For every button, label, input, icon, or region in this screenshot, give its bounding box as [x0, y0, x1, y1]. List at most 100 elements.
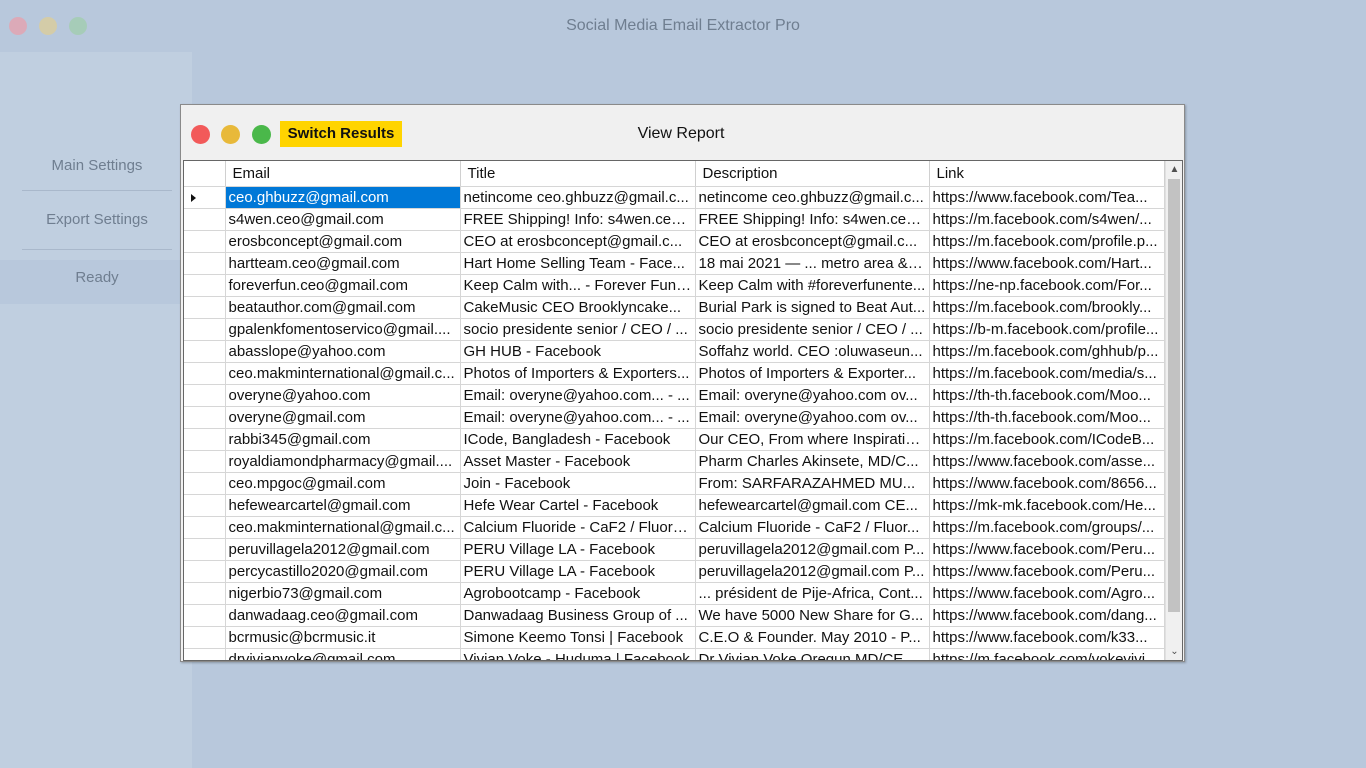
cell-title[interactable]: PERU Village LA - Facebook [460, 538, 696, 561]
cell-description[interactable]: CEO at erosbconcept@gmail.c... [695, 230, 930, 253]
table-row[interactable]: rabbi345@gmail.com ICode, Bangladesh - Fa… [184, 428, 1165, 451]
cell-title[interactable]: Danwadaag Business Group of ... [460, 604, 696, 627]
cell-title[interactable]: GH HUB - Facebook [460, 340, 696, 363]
cell-description[interactable]: Soffahz world. CEO :oluwaseun... [695, 340, 930, 363]
table-row[interactable]: foreverfun.ceo@gmail.com Keep Calm with..… [184, 274, 1165, 297]
cell-title[interactable]: socio presidente senior / CEO / ... [460, 318, 696, 341]
cell-link[interactable]: https://th-th.facebook.com/Moo... [929, 384, 1165, 407]
cell-title[interactable]: FREE Shipping! Info: s4wen.ceo... [460, 208, 696, 231]
cell-link[interactable]: https://b-m.facebook.com/profile... [929, 318, 1165, 341]
cell-link[interactable]: https://m.facebook.com/profile.p... [929, 230, 1165, 253]
cell-description[interactable]: Email: overyne@yahoo.com ov... [695, 406, 930, 429]
cell-description[interactable]: Email: overyne@yahoo.com ov... [695, 384, 930, 407]
cell-link[interactable]: https://www.facebook.com/asse... [929, 450, 1165, 473]
table-row[interactable]: beatauthor.com@gmail.com CakeMusic CEO Br… [184, 296, 1165, 319]
cell-description[interactable]: Our CEO, From where Inspiratio... [695, 428, 930, 451]
cell-email[interactable]: percycastillo2020@gmail.com [225, 560, 461, 583]
table-row[interactable]: erosbconcept@gmail.com CEO at erosbconcep… [184, 230, 1165, 253]
row-header[interactable] [184, 318, 226, 341]
row-header[interactable] [184, 406, 226, 429]
cell-title[interactable]: Hart Home Selling Team - Face... [460, 252, 696, 275]
table-row[interactable]: s4wen.ceo@gmail.com FREE Shipping! Info: … [184, 208, 1165, 231]
results-grid[interactable]: Email Title Description Link ceo.ghbuzz@… [183, 160, 1183, 661]
sidebar-item-main-settings[interactable]: Main Settings [22, 157, 172, 174]
cell-link[interactable]: https://m.facebook.com/ICodeB... [929, 428, 1165, 451]
cell-description[interactable]: Dr Vivian Voke Oregun MD/CE... [695, 648, 930, 660]
cell-description[interactable]: hefewearcartel@gmail.com CE... [695, 494, 930, 517]
switch-results-button[interactable]: Switch Results [280, 121, 402, 147]
cell-email[interactable]: erosbconcept@gmail.com [225, 230, 461, 253]
row-header[interactable] [184, 362, 226, 385]
cell-link[interactable]: https://m.facebook.com/brookly... [929, 296, 1165, 319]
cell-description[interactable]: Photos of Importers & Exporter... [695, 362, 930, 385]
scroll-up-icon[interactable]: ▲ [1166, 161, 1182, 178]
row-header[interactable] [184, 626, 226, 649]
cell-link[interactable]: https://www.facebook.com/Hart... [929, 252, 1165, 275]
table-row[interactable]: percycastillo2020@gmail.com PERU Village … [184, 560, 1165, 583]
table-row[interactable]: overyne@yahoo.com Email: overyne@yahoo.co… [184, 384, 1165, 407]
row-header[interactable] [184, 384, 226, 407]
cell-email[interactable]: hartteam.ceo@gmail.com [225, 252, 461, 275]
column-header-link[interactable]: Link [929, 161, 1165, 187]
row-header[interactable] [184, 230, 226, 253]
cell-link[interactable]: https://ne-np.facebook.com/For... [929, 274, 1165, 297]
cell-title[interactable]: Hefe Wear Cartel - Facebook [460, 494, 696, 517]
cell-title[interactable]: Email: overyne@yahoo.com... - ... [460, 384, 696, 407]
cell-description[interactable]: Burial Park is signed to Beat Aut... [695, 296, 930, 319]
cell-title[interactable]: Email: overyne@yahoo.com... - ... [460, 406, 696, 429]
cell-email[interactable]: peruvillagela2012@gmail.com [225, 538, 461, 561]
cell-title[interactable]: Vivian Voke - Huduma | Facebook [460, 648, 696, 660]
cell-email[interactable]: danwadaag.ceo@gmail.com [225, 604, 461, 627]
cell-link[interactable]: https://m.facebook.com/s4wen/... [929, 208, 1165, 231]
table-row[interactable]: peruvillagela2012@gmail.com PERU Village … [184, 538, 1165, 561]
row-header[interactable] [184, 186, 226, 209]
cell-email[interactable]: rabbi345@gmail.com [225, 428, 461, 451]
cell-link[interactable]: https://th-th.facebook.com/Moo... [929, 406, 1165, 429]
cell-link[interactable]: https://mk-mk.facebook.com/He... [929, 494, 1165, 517]
cell-title[interactable]: netincome ceo.ghbuzz@gmail.c... [460, 186, 696, 209]
cell-description[interactable]: 18 mai 2021 — ... metro area & r... [695, 252, 930, 275]
cell-description[interactable]: netincome ceo.ghbuzz@gmail.c... [695, 186, 930, 209]
row-header[interactable] [184, 340, 226, 363]
cell-link[interactable]: https://m.facebook.com/media/s... [929, 362, 1165, 385]
cell-email[interactable]: abasslope@yahoo.com [225, 340, 461, 363]
row-header[interactable] [184, 428, 226, 451]
cell-link[interactable]: https://m.facebook.com/vokevivi... [929, 648, 1165, 660]
row-header[interactable] [184, 252, 226, 275]
report-close-button[interactable] [191, 125, 210, 144]
cell-description[interactable]: Calcium Fluoride - CaF2 / Fluor... [695, 516, 930, 539]
row-header[interactable] [184, 472, 226, 495]
cell-description[interactable]: C.E.O & Founder. May 2010 - P... [695, 626, 930, 649]
row-header[interactable] [184, 604, 226, 627]
row-header[interactable] [184, 538, 226, 561]
cell-email[interactable]: hefewearcartel@gmail.com [225, 494, 461, 517]
column-header-title[interactable]: Title [460, 161, 696, 187]
column-header-email[interactable]: Email [225, 161, 461, 187]
table-row[interactable]: ceo.makminternational@gmail.c... Photos o… [184, 362, 1165, 385]
cell-email[interactable]: ceo.mpgoc@gmail.com [225, 472, 461, 495]
cell-link[interactable]: https://www.facebook.com/Peru... [929, 538, 1165, 561]
cell-email[interactable]: ceo.ghbuzz@gmail.com [225, 186, 461, 209]
cell-description[interactable]: socio presidente senior / CEO / ... [695, 318, 930, 341]
table-row[interactable]: overyne@gmail.com Email: overyne@yahoo.co… [184, 406, 1165, 429]
cell-title[interactable]: Simone Keemo Tonsi | Facebook [460, 626, 696, 649]
cell-description[interactable]: FREE Shipping! Info: s4wen.ceo... [695, 208, 930, 231]
cell-email[interactable]: s4wen.ceo@gmail.com [225, 208, 461, 231]
table-row[interactable]: royaldiamondpharmacy@gmail.... Asset Mast… [184, 450, 1165, 473]
cell-link[interactable]: https://www.facebook.com/Agro... [929, 582, 1165, 605]
cell-email[interactable]: ceo.makminternational@gmail.c... [225, 362, 461, 385]
cell-link[interactable]: https://www.facebook.com/dang... [929, 604, 1165, 627]
cell-title[interactable]: Calcium Fluoride - CaF2 / Fluors... [460, 516, 696, 539]
cell-description[interactable]: From: SARFARAZAHMED MU... [695, 472, 930, 495]
cell-title[interactable]: PERU Village LA - Facebook [460, 560, 696, 583]
table-row[interactable]: danwadaag.ceo@gmail.com Danwadaag Busines… [184, 604, 1165, 627]
cell-email[interactable]: bcrmusic@bcrmusic.it [225, 626, 461, 649]
cell-email[interactable]: beatauthor.com@gmail.com [225, 296, 461, 319]
cell-title[interactable]: ICode, Bangladesh - Facebook [460, 428, 696, 451]
cell-email[interactable]: gpalenkfomentoservico@gmail.... [225, 318, 461, 341]
vertical-scrollbar[interactable]: ▲ ⌄ [1165, 161, 1182, 660]
cell-description[interactable]: Pharm Charles Akinsete, MD/C... [695, 450, 930, 473]
table-row[interactable]: hefewearcartel@gmail.com Hefe Wear Cartel… [184, 494, 1165, 517]
table-row[interactable]: ceo.ghbuzz@gmail.com netincome ceo.ghbuzz… [184, 186, 1165, 209]
cell-link[interactable]: https://www.facebook.com/Peru... [929, 560, 1165, 583]
